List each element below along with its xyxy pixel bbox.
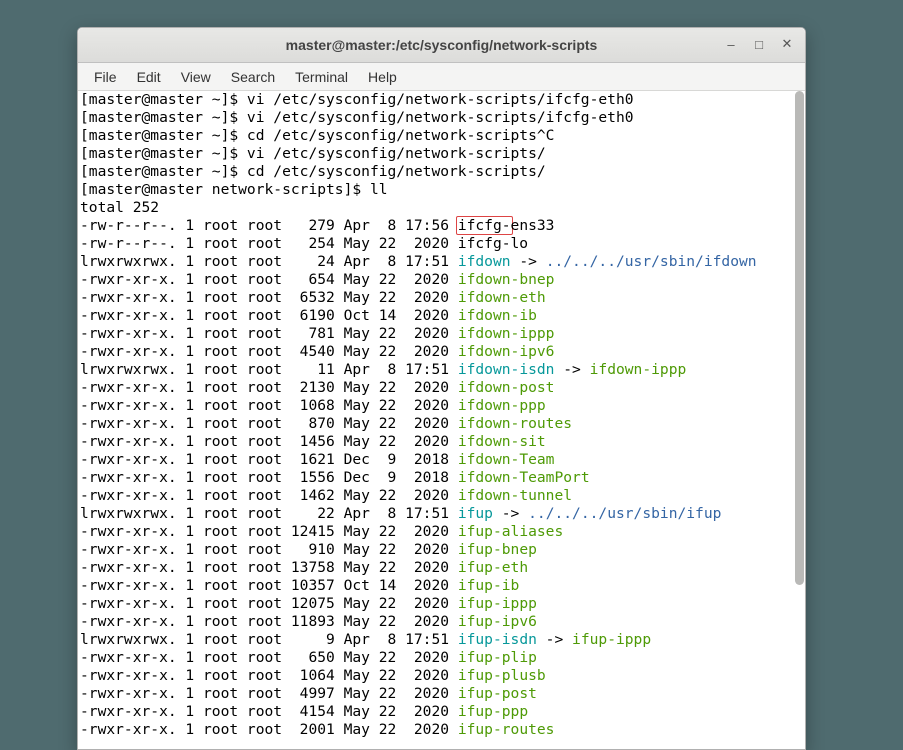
menu-file[interactable]: File xyxy=(84,66,127,88)
maximize-button[interactable]: □ xyxy=(747,32,771,56)
terminal-output[interactable]: [master@master ~]$ vi /etc/sysconfig/net… xyxy=(78,91,805,749)
menu-help[interactable]: Help xyxy=(358,66,407,88)
terminal-window: master@master:/etc/sysconfig/network-scr… xyxy=(77,27,806,750)
menubar: File Edit View Search Terminal Help xyxy=(78,63,805,91)
menu-view[interactable]: View xyxy=(171,66,221,88)
menu-terminal[interactable]: Terminal xyxy=(285,66,358,88)
scrollbar-track[interactable] xyxy=(794,91,805,749)
menu-search[interactable]: Search xyxy=(221,66,285,88)
window-title: master@master:/etc/sysconfig/network-scr… xyxy=(78,37,805,53)
menu-edit[interactable]: Edit xyxy=(127,66,171,88)
minimize-button[interactable]: – xyxy=(719,32,743,56)
titlebar[interactable]: master@master:/etc/sysconfig/network-scr… xyxy=(78,28,805,63)
scrollbar-thumb[interactable] xyxy=(795,91,804,585)
close-button[interactable]: ✕ xyxy=(775,32,799,56)
